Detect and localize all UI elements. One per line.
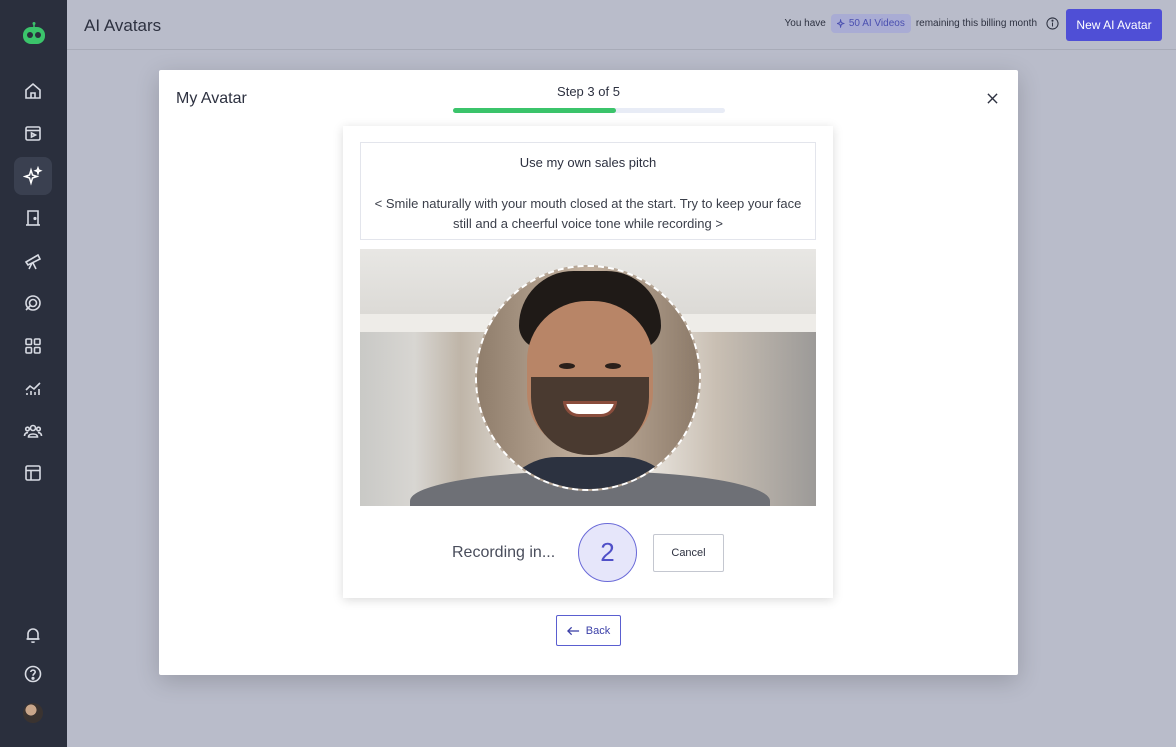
- sparkles-icon: [836, 19, 845, 28]
- sidebar-item-help[interactable]: [14, 655, 52, 693]
- avatar-modal: My Avatar Step 3 of 5 Use my own sales p…: [159, 70, 1018, 675]
- analytics-icon: [25, 382, 41, 395]
- team-icon: [23, 424, 43, 438]
- script-prompt: Use my own sales pitch < Smile naturally…: [360, 142, 816, 240]
- prompt-text: < Smile naturally with your mouth closed…: [374, 196, 802, 231]
- sidebar-item-notifications[interactable]: [14, 616, 52, 654]
- quota-prefix: You have: [784, 18, 826, 29]
- cancel-button[interactable]: Cancel: [653, 534, 724, 572]
- step-progress-bar: [453, 108, 725, 113]
- page-title: AI Avatars: [84, 16, 162, 35]
- arrow-left-icon: [566, 626, 579, 635]
- sidebar-item-analytics[interactable]: [14, 369, 52, 407]
- telescope-icon: [24, 253, 42, 270]
- layout-icon: [25, 465, 41, 481]
- sparkles-icon: [23, 166, 43, 186]
- recording-label: Recording in...: [452, 544, 556, 561]
- help-icon: [24, 665, 42, 683]
- sidebar-item-ai-avatars[interactable]: [14, 157, 52, 195]
- step-label: Step 3 of 5: [557, 84, 620, 99]
- new-ai-avatar-button[interactable]: New AI Avatar: [1066, 9, 1162, 41]
- recording-card: Use my own sales pitch < Smile naturally…: [343, 126, 833, 598]
- target-icon: [25, 295, 41, 311]
- back-button[interactable]: Back: [556, 615, 621, 646]
- sidebar-item-videos[interactable]: [14, 114, 52, 152]
- person-eye: [605, 363, 621, 369]
- quota-badge-label: 50 AI Videos: [848, 18, 905, 29]
- user-avatar[interactable]: [23, 703, 43, 723]
- person-smile: [563, 401, 617, 417]
- sidebar-item-rooms[interactable]: [14, 199, 52, 237]
- sidebar-item-templates[interactable]: [14, 454, 52, 492]
- robot-logo-icon[interactable]: [21, 22, 47, 46]
- countdown-badge: 2: [578, 523, 637, 582]
- sidebar-item-apps[interactable]: [14, 327, 52, 365]
- person-eye: [559, 363, 575, 369]
- top-header: AI Avatars You have 50 AI Videos remaini…: [67, 0, 1176, 50]
- quota-info: You have 50 AI Videos remaining this bil…: [785, 14, 1060, 33]
- home-icon: [25, 82, 41, 99]
- sidebar-item-discover[interactable]: [14, 242, 52, 280]
- sidebar-item-targets[interactable]: [14, 284, 52, 322]
- face-guide-circle: [475, 265, 701, 491]
- quota-suffix: remaining this billing month: [915, 18, 1037, 29]
- camera-preview: [360, 249, 816, 506]
- prompt-title: Use my own sales pitch: [519, 155, 657, 170]
- apps-grid-icon: [25, 338, 41, 354]
- close-button[interactable]: [984, 90, 1000, 106]
- sidebar: [0, 0, 67, 747]
- video-library-icon: [25, 126, 41, 141]
- quota-badge: 50 AI Videos: [830, 14, 911, 33]
- info-icon[interactable]: [1046, 17, 1059, 30]
- sidebar-item-home[interactable]: [14, 72, 52, 110]
- back-button-label: Back: [585, 624, 611, 637]
- close-icon: [986, 92, 998, 104]
- bell-icon: [26, 628, 40, 644]
- step-progress-fill: [453, 108, 617, 113]
- sidebar-item-team[interactable]: [14, 412, 52, 450]
- door-icon: [26, 210, 40, 226]
